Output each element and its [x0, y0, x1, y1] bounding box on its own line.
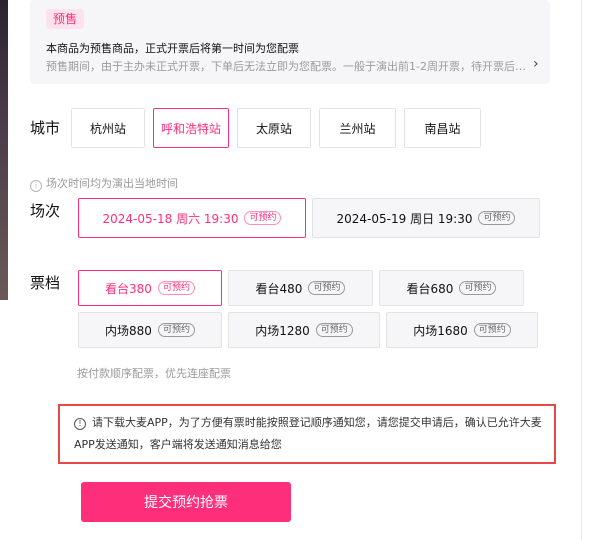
info-icon: i — [30, 180, 42, 192]
city-option-hohhot[interactable]: 呼和浩特站 — [153, 108, 229, 148]
session-option-0518[interactable]: 2024-05-18 周六 19:30 可预约 — [78, 198, 306, 238]
session-option-0519[interactable]: 2024-05-19 周日 19:30 可预约 — [312, 198, 540, 238]
availability-badge: 可预约 — [478, 211, 516, 225]
info-icon: ! — [74, 418, 86, 430]
availability-badge: 可预约 — [315, 323, 353, 337]
presale-tag: 预售 — [46, 9, 85, 29]
availability-badge: 可预约 — [459, 281, 497, 295]
submit-reservation-button[interactable]: 提交预约抢票 — [81, 482, 291, 522]
tier-option-floor-880[interactable]: 内场880 可预约 — [78, 312, 222, 348]
presale-title: 本商品为预售商品，正式开票后将第一时间为您配票 — [46, 42, 299, 55]
city-option-nanchang[interactable]: 南昌站 — [404, 108, 481, 148]
city-option-lanzhou[interactable]: 兰州站 — [319, 108, 396, 148]
panel-divider — [581, 0, 582, 540]
tier-option-floor-1280[interactable]: 内场1280 可预约 — [228, 312, 380, 348]
presale-info-box[interactable]: 预售 本商品为预售商品，正式开票后将第一时间为您配票 预售期间，由于主办未正式开… — [30, 0, 550, 84]
tier-option-stand-480[interactable]: 看台480 可预约 — [228, 270, 373, 306]
session-time-note: i 场次时间均为演出当地时间 — [30, 175, 178, 192]
allocation-note: 按付款顺序配票，优先连座配票 — [77, 367, 231, 380]
tier-option-stand-380[interactable]: 看台380 可预约 — [78, 270, 222, 306]
presale-description: 预售期间，由于主办未正式开票，下单后无法立即为您配票。一般于演出前1-2周开票，… — [46, 60, 526, 73]
app-notification-notice: ! 请下载大麦APP，为了方便有票时能按照登记顺序通知您，请您提交申请后，确认已允… — [58, 404, 556, 464]
session-label: 场次 — [30, 202, 61, 220]
chevron-right-icon[interactable]: › — [533, 56, 539, 72]
tier-option-stand-680[interactable]: 看台680 可预约 — [379, 270, 524, 306]
availability-badge: 可预约 — [157, 281, 195, 295]
availability-badge: 可预约 — [244, 211, 282, 225]
notice-text: 请下载大麦APP，为了方便有票时能按照登记顺序通知您，请您提交申请后，确认已允许… — [74, 416, 542, 451]
city-option-hangzhou[interactable]: 杭州站 — [71, 108, 145, 148]
background-image-strip — [0, 0, 8, 300]
city-label: 城市 — [30, 119, 61, 137]
availability-badge: 可预约 — [473, 323, 511, 337]
city-option-taiyuan[interactable]: 太原站 — [237, 108, 311, 148]
availability-badge: 可预约 — [157, 323, 195, 337]
tier-label: 票档 — [30, 274, 61, 292]
availability-badge: 可预约 — [308, 281, 346, 295]
tier-option-floor-1680[interactable]: 内场1680 可预约 — [386, 312, 538, 348]
